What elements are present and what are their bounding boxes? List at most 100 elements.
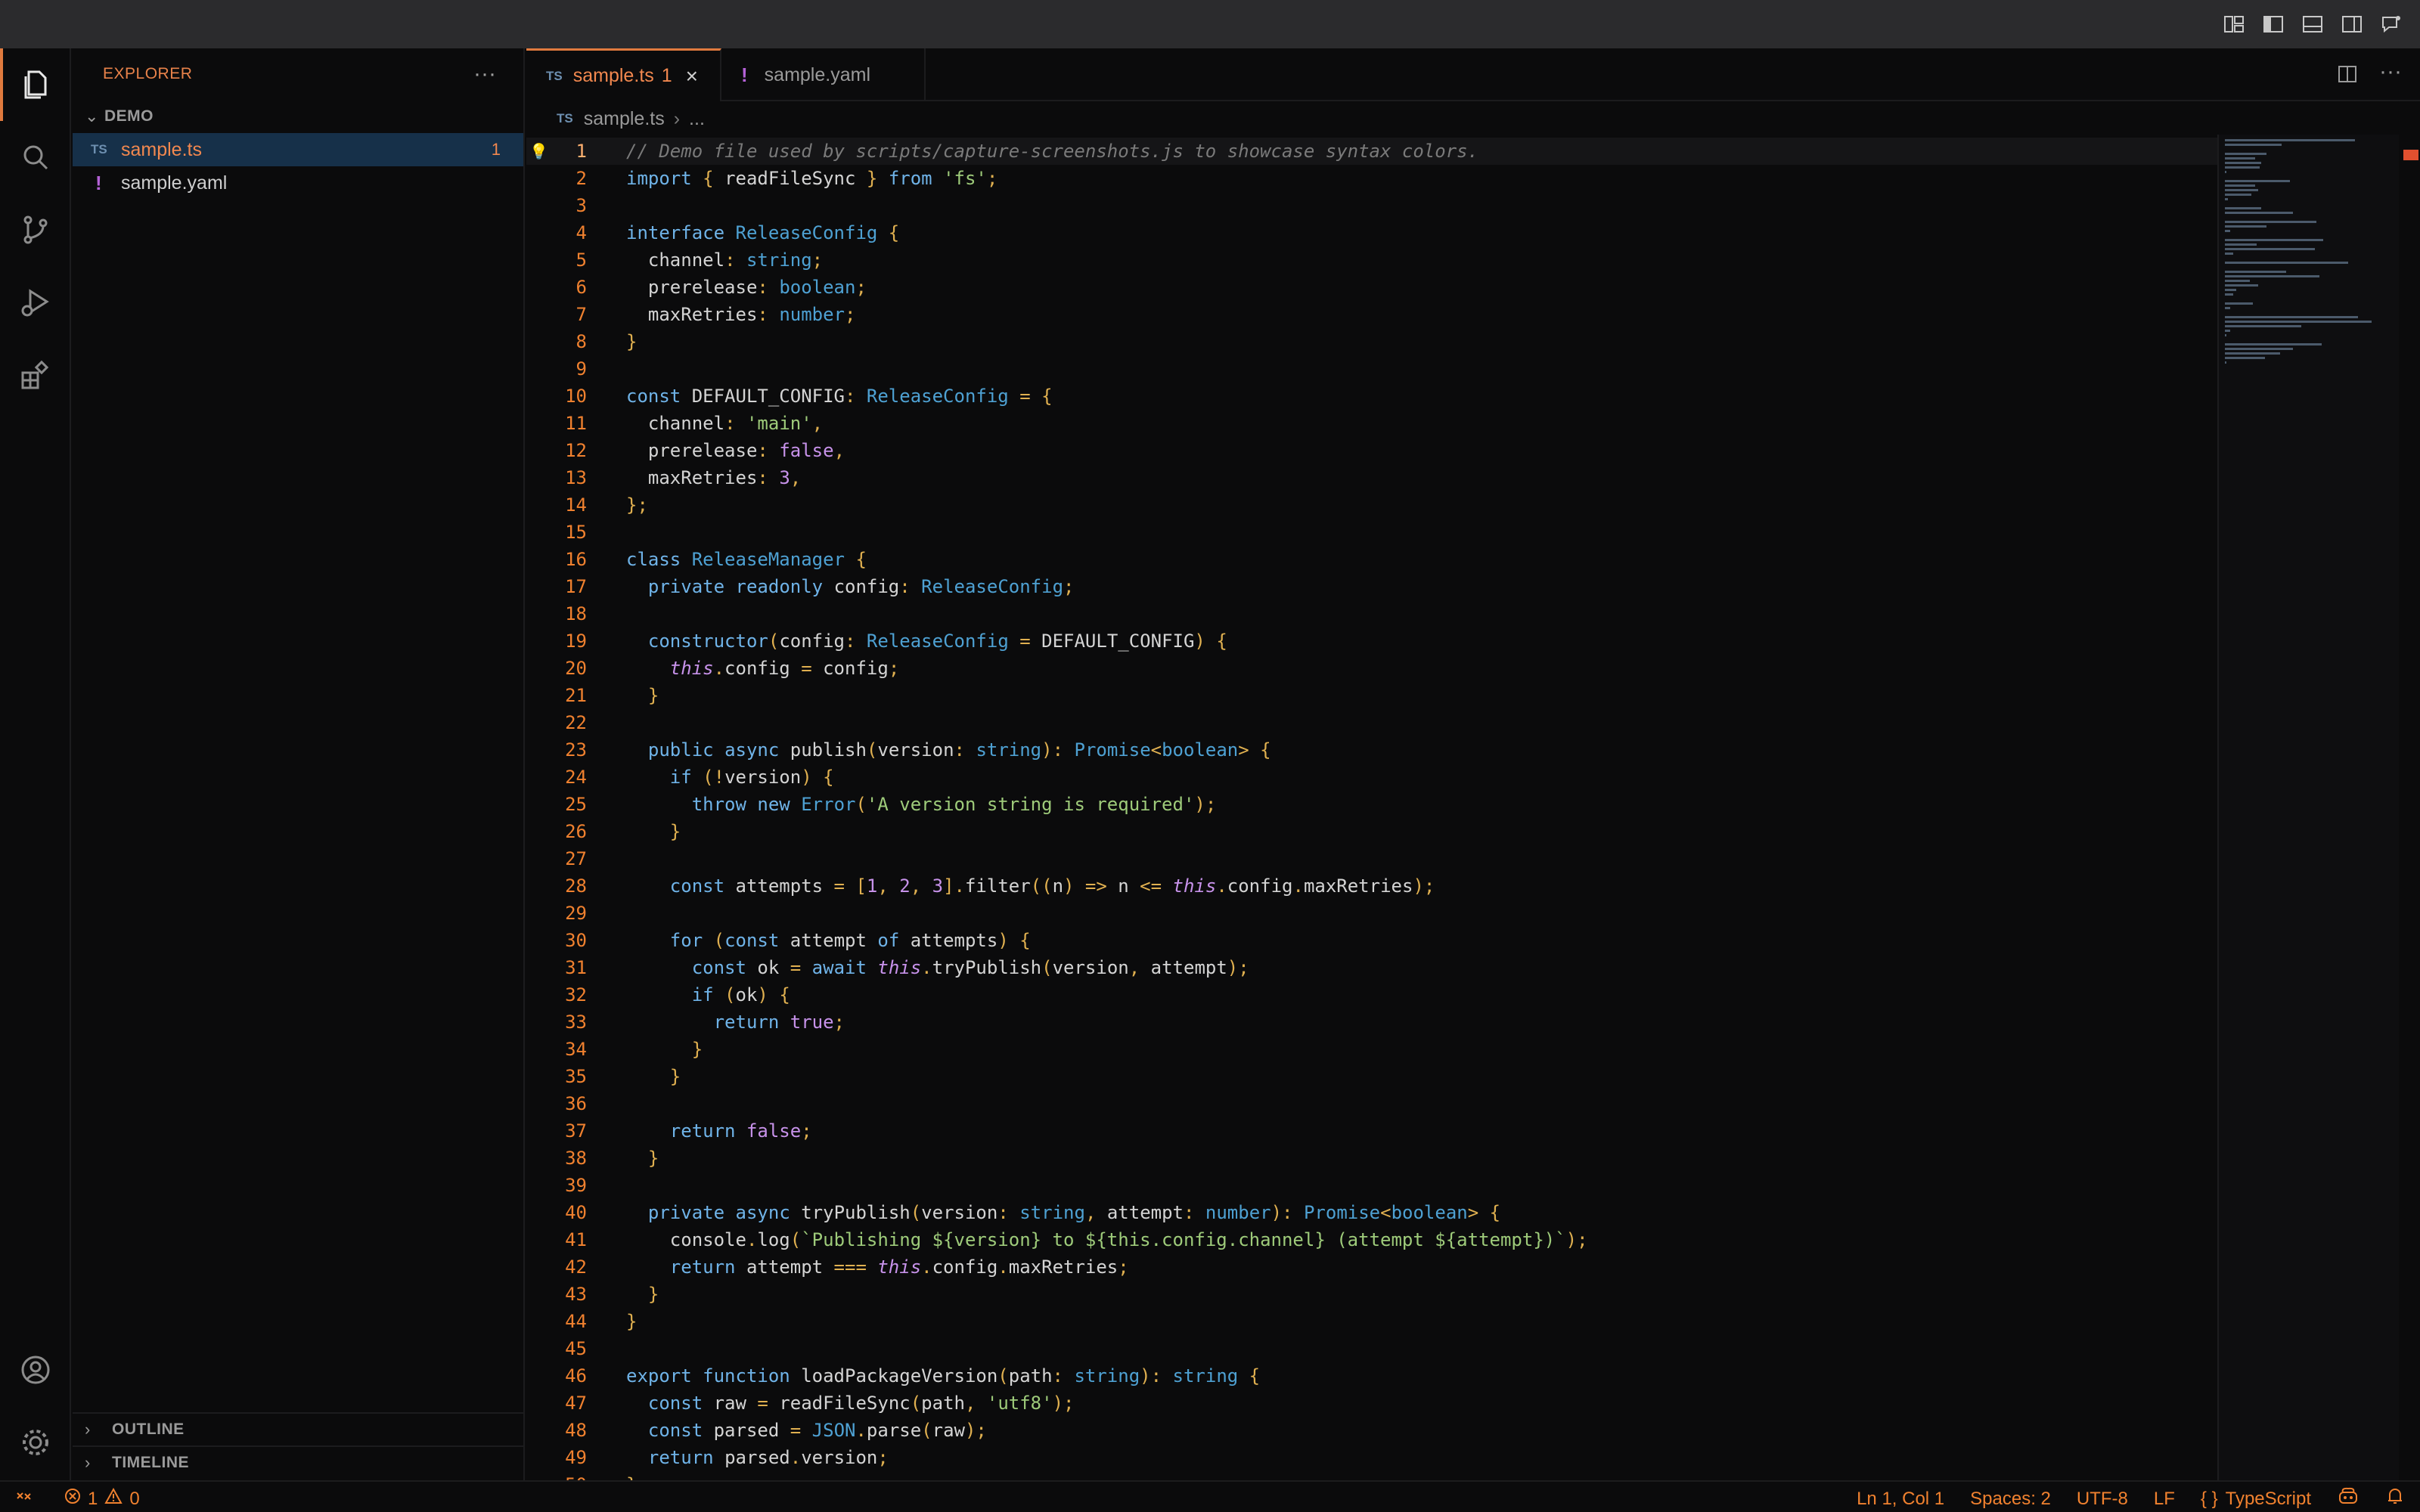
code-line[interactable]: 22 (526, 709, 2217, 736)
breadcrumb-symbol[interactable]: ... (689, 108, 705, 130)
code-editor[interactable]: 💡 1// Demo file used by scripts/capture-s… (526, 135, 2217, 1480)
code-line[interactable]: 50} (526, 1471, 2217, 1480)
code-line[interactable]: 40 private async tryPublish(version: str… (526, 1199, 2217, 1226)
line-number: 24 (565, 767, 587, 788)
remote-icon[interactable] (15, 1486, 35, 1511)
code-line[interactable]: 16 class ReleaseManager { (526, 546, 2217, 573)
toggle-secondary-sidebar-icon[interactable] (2338, 11, 2366, 38)
line-number: 43 (565, 1284, 587, 1305)
extensions-icon[interactable] (0, 339, 71, 411)
copilot-icon[interactable] (2337, 1486, 2360, 1511)
code-line[interactable]: 17 private readonly config: ReleaseConfi… (526, 573, 2217, 600)
code-line[interactable]: 30 for (const attempt of attempts) { (526, 927, 2217, 954)
minimap[interactable] (2217, 135, 2399, 1480)
code-line[interactable]: 15 (526, 519, 2217, 546)
files-icon[interactable] (0, 48, 71, 121)
run-debug-icon[interactable] (0, 266, 71, 339)
code-line[interactable]: 14}; (526, 491, 2217, 519)
search-icon[interactable] (0, 121, 71, 194)
split-editor-icon[interactable] (2337, 64, 2358, 88)
account-icon[interactable] (0, 1334, 71, 1406)
feedback-icon[interactable] (2378, 11, 2405, 38)
code-line[interactable]: 8} (526, 328, 2217, 355)
code-line[interactable]: 6 prerelease: boolean; (526, 274, 2217, 301)
code-line[interactable]: 5 channel: string; (526, 246, 2217, 274)
problems-status[interactable]: 1 0 (64, 1487, 140, 1510)
encoding[interactable]: UTF-8 (2077, 1489, 2128, 1510)
file-item-sample-ts[interactable]: TS sample.ts 1 (73, 133, 523, 166)
code-line[interactable]: 43 } (526, 1281, 2217, 1308)
minimap-line (2225, 357, 2265, 359)
breadcrumb-separator: › (673, 107, 681, 129)
code-text: return parsed.version; (647, 1447, 889, 1468)
code-line[interactable]: 38 } (526, 1145, 2217, 1172)
code-line[interactable]: 23 public async publish(version: string)… (526, 736, 2217, 764)
code-line[interactable]: 47 const raw = readFileSync(path, 'utf8'… (526, 1390, 2217, 1417)
editor-scrollbar[interactable] (2399, 135, 2420, 1480)
end-of-line[interactable]: LF (2154, 1489, 2175, 1510)
cursor-position[interactable]: Ln 1, Col 1 (1857, 1489, 1944, 1510)
code-line[interactable]: 42 return attempt === this.config.maxRet… (526, 1253, 2217, 1281)
minimap-line (2225, 198, 2229, 200)
code-line[interactable]: 34 } (526, 1036, 2217, 1063)
customize-layout-icon[interactable] (2220, 11, 2248, 38)
code-line[interactable]: 7 maxRetries: number; (526, 301, 2217, 328)
code-line[interactable]: 18 (526, 600, 2217, 627)
outline-label: OUTLINE (112, 1421, 185, 1438)
code-text: constructor(config: ReleaseConfig = DEFA… (647, 631, 1227, 652)
code-line[interactable]: 45 (526, 1335, 2217, 1362)
code-line[interactable]: 27 (526, 845, 2217, 872)
code-line[interactable]: 26 } (526, 818, 2217, 845)
code-line[interactable]: 36 (526, 1090, 2217, 1117)
code-line[interactable]: 💡 1// Demo file used by scripts/capture-s… (526, 138, 2217, 165)
language-mode[interactable]: { } TypeScript (2201, 1489, 2311, 1510)
code-line[interactable]: 32 if (ok) { (526, 981, 2217, 1009)
problem-count-badge: 1 (661, 65, 672, 86)
code-line[interactable]: 39 (526, 1172, 2217, 1199)
indentation[interactable]: Spaces: 2 (1970, 1489, 2051, 1510)
toggle-panel-icon[interactable] (2299, 11, 2326, 38)
code-line[interactable]: 12 prerelease: false, (526, 437, 2217, 464)
code-line[interactable]: 44} (526, 1308, 2217, 1335)
yaml-file-icon: ! (741, 63, 748, 86)
tab-sample-ts[interactable]: TS sample.ts 1 × (526, 48, 721, 101)
code-line[interactable]: 25 throw new Error('A version string is … (526, 791, 2217, 818)
outline-section[interactable]: › OUTLINE (73, 1412, 523, 1445)
toggle-primary-sidebar-icon[interactable] (2260, 11, 2287, 38)
code-text: public async publish(version: string): P… (647, 739, 1271, 761)
settings-gear-icon[interactable] (0, 1406, 71, 1479)
code-line[interactable]: 2 import { readFileSync } from 'fs'; (526, 165, 2217, 192)
notifications-bell-icon[interactable] (2385, 1486, 2405, 1511)
tab-sample-yaml[interactable]: ! sample.yaml (721, 48, 926, 101)
file-item-sample-yaml[interactable]: ! sample.yaml (73, 166, 523, 200)
code-line[interactable]: 13 maxRetries: 3, (526, 464, 2217, 491)
code-line[interactable]: 48 const parsed = JSON.parse(raw); (526, 1417, 2217, 1444)
source-control-icon[interactable] (0, 194, 71, 266)
code-line[interactable]: 33 return true; (526, 1009, 2217, 1036)
code-line[interactable]: 31 const ok = await this.tryPublish(vers… (526, 954, 2217, 981)
code-line[interactable]: 20 this.config = config; (526, 655, 2217, 682)
code-line[interactable]: 21 } (526, 682, 2217, 709)
code-line[interactable]: 49 return parsed.version; (526, 1444, 2217, 1471)
line-number: 31 (565, 957, 587, 978)
code-line[interactable]: 19 constructor(config: ReleaseConfig = D… (526, 627, 2217, 655)
close-icon[interactable]: × (686, 64, 698, 88)
code-line[interactable]: 24 if (!version) { (526, 764, 2217, 791)
folder-demo[interactable]: ⌄ DEMO (73, 100, 523, 133)
code-line[interactable]: 3 (526, 192, 2217, 219)
code-line[interactable]: 37 return false; (526, 1117, 2217, 1145)
breadcrumb-file[interactable]: sample.ts (584, 108, 665, 130)
more-actions-icon[interactable]: ··· (473, 63, 496, 85)
code-line[interactable]: 41 console.log(`Publishing ${version} to… (526, 1226, 2217, 1253)
code-text: } (626, 1148, 659, 1169)
code-line[interactable]: 4 interface ReleaseConfig { (526, 219, 2217, 246)
code-line[interactable]: 11 channel: 'main', (526, 410, 2217, 437)
code-line[interactable]: 46 export function loadPackageVersion(pat… (526, 1362, 2217, 1390)
code-line[interactable]: 10 const DEFAULT_CONFIG: ReleaseConfig = … (526, 383, 2217, 410)
timeline-section[interactable]: › TIMELINE (73, 1445, 523, 1479)
code-line[interactable]: 29 (526, 900, 2217, 927)
code-line[interactable]: 28 const attempts = [1, 2, 3].filter((n)… (526, 872, 2217, 900)
more-actions-icon[interactable]: ··· (2379, 60, 2402, 88)
code-line[interactable]: 9 (526, 355, 2217, 383)
code-line[interactable]: 35 } (526, 1063, 2217, 1090)
